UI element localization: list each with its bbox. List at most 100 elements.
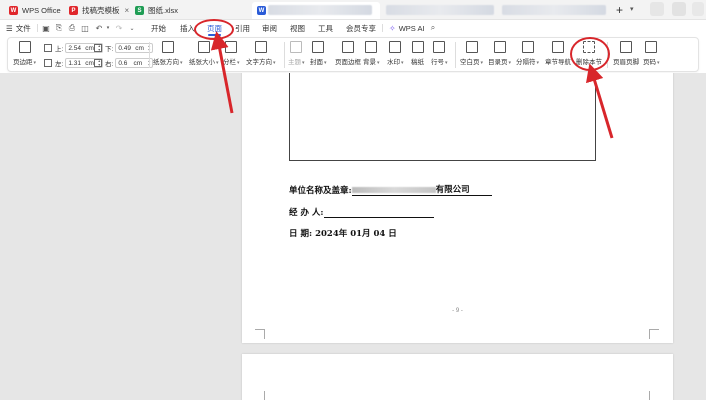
hamburger-icon: ☰ <box>6 23 13 33</box>
orientation-button[interactable]: 纸张方向▾ <box>153 41 183 66</box>
document-page-next[interactable] <box>242 354 673 400</box>
margin-top-label: 上: <box>55 46 64 53</box>
page-border-label: 页面边框 <box>335 59 361 66</box>
save-icon[interactable]: ▣ <box>41 23 51 33</box>
highlight-delete-section <box>570 37 610 71</box>
manuscript-icon <box>411 41 424 53</box>
crop-mark <box>255 391 265 400</box>
tab-start[interactable]: 开始 <box>151 20 166 36</box>
wps-logo-icon: W <box>9 6 18 15</box>
columns-label: 分栏 <box>223 59 236 66</box>
highlight-page-tab <box>194 19 234 40</box>
print-preview-icon[interactable]: ◫ <box>80 23 90 33</box>
background-icon <box>365 41 378 53</box>
margins-label: 页边距 <box>13 59 33 66</box>
columns-button[interactable]: 分栏▾ <box>223 41 240 66</box>
background-button[interactable]: 背景▾ <box>363 41 380 66</box>
toc-page-button[interactable]: 目录页▾ <box>488 41 511 66</box>
window-control[interactable] <box>692 2 704 16</box>
redacted-tab <box>502 5 606 15</box>
window-control[interactable] <box>650 2 664 16</box>
line-number-icon <box>433 41 446 53</box>
toc-page-label: 目录页 <box>488 59 508 66</box>
tab-insert[interactable]: 插入 <box>180 20 195 36</box>
margin-bottom-icon <box>94 44 102 52</box>
handler-field[interactable] <box>323 209 434 218</box>
date-value: 2024年 01月 04 日 <box>315 229 397 239</box>
tab-label: WPS Office <box>22 6 61 15</box>
unit-label: cm <box>85 59 94 67</box>
text-direction-button[interactable]: 文字方向▾ <box>246 41 276 66</box>
tab-view[interactable]: 视图 <box>290 20 305 36</box>
sheet-icon: S <box>135 6 144 15</box>
page-number: - 9 - <box>452 308 463 314</box>
unit-name-field[interactable]: 有限公司 <box>351 183 492 196</box>
divider <box>382 24 383 32</box>
orientation-label: 纸张方向 <box>153 59 179 66</box>
crop-mark <box>649 391 659 400</box>
tab-review[interactable]: 审阅 <box>262 20 277 36</box>
page-number-button[interactable]: 页码▾ <box>643 41 660 66</box>
watermark-button[interactable]: 水印▾ <box>387 41 404 66</box>
tab-template[interactable]: P 找稿壳模板 × <box>64 2 134 19</box>
new-tab-icon[interactable]: + <box>616 3 623 17</box>
page-number-icon <box>645 41 658 53</box>
redo-icon[interactable]: ↷ <box>114 23 124 33</box>
margins-icon <box>18 41 31 53</box>
page-break-label: 分隔符 <box>516 59 536 66</box>
cover-button[interactable]: 封面▾ <box>310 41 327 66</box>
divider <box>149 42 150 68</box>
export-pdf-icon[interactable]: ⎘ <box>54 23 64 33</box>
page-number-label: 页码 <box>643 59 656 66</box>
unit-label: cm <box>133 59 143 67</box>
manuscript-button[interactable]: 稿纸 <box>411 41 424 66</box>
margin-left-label: 左: <box>55 61 64 68</box>
cover-label: 封面 <box>310 59 323 66</box>
ai-sparkle-icon: ✧ <box>389 23 396 33</box>
crop-mark <box>649 329 659 339</box>
title-tab-bar: W WPS Office P 找稿壳模板 × S 图纸.xlsx W + ▾ <box>0 0 706 20</box>
unit-name-line: 单位名称及盖章: 有限公司 <box>289 183 492 196</box>
blank-page-button[interactable]: 空白页▾ <box>460 41 483 66</box>
chevron-down-icon[interactable]: ⌄ <box>127 23 137 33</box>
window-control[interactable] <box>672 2 686 16</box>
text-direction-label: 文字方向 <box>246 59 272 66</box>
margins-button[interactable]: 页边距▾ <box>13 41 36 66</box>
page-break-button[interactable]: 分隔符▾ <box>516 41 539 66</box>
tab-spreadsheet[interactable]: S 图纸.xlsx <box>130 2 183 19</box>
document-page[interactable]: 单位名称及盖章: 有限公司 经 办 人: 日 期: 2024年 01月 04 日 … <box>242 73 673 343</box>
divider <box>455 42 456 68</box>
theme-button[interactable]: 主题▾ <box>288 41 305 66</box>
paper-size-button[interactable]: 纸张大小▾ <box>189 41 219 66</box>
content-box <box>289 73 596 161</box>
margin-right-icon <box>94 59 102 67</box>
section-nav-button[interactable]: 章节导航 <box>545 41 571 66</box>
margin-right-value: 0.6 <box>118 59 128 67</box>
margin-bottom-field[interactable]: 下: 0.49cm▴▾ <box>94 43 154 53</box>
print-icon[interactable]: ⎙ <box>67 23 77 33</box>
page-border-button[interactable]: 页面边框 <box>335 41 361 66</box>
header-footer-button[interactable]: 页眉页脚 <box>613 41 639 66</box>
tab-reference[interactable]: 引用 <box>235 20 250 36</box>
search-icon[interactable]: ⌕ <box>428 23 438 33</box>
margin-right-field[interactable]: 右: 0.6cm▴▾ <box>94 58 154 68</box>
line-number-label: 行号 <box>431 59 444 66</box>
file-menu[interactable]: ☰ 文件 <box>6 20 31 36</box>
text-direction-icon <box>254 41 267 53</box>
cover-icon <box>312 41 325 53</box>
columns-icon <box>225 41 238 53</box>
chevron-down-icon[interactable]: ▾ <box>630 5 634 13</box>
tab-close-icon[interactable]: × <box>125 6 130 15</box>
line-number-button[interactable]: 行号▾ <box>431 41 448 66</box>
tab-label: 图纸.xlsx <box>148 6 178 15</box>
tab-member[interactable]: 会员专享 <box>346 20 376 36</box>
section-nav-icon <box>552 41 564 53</box>
tab-tools[interactable]: 工具 <box>318 20 333 36</box>
wps-ai-button[interactable]: ✧ WPS AI <box>389 20 425 36</box>
tab-wps-office[interactable]: W WPS Office <box>4 2 66 19</box>
menu-bar: ☰ 文件 ▣ ⎘ ⎙ ◫ ↶ ▾ ↷ ⌄ 开始 插入 页面 引用 审阅 视图 工… <box>0 20 706 36</box>
document-canvas[interactable]: 单位名称及盖章: 有限公司 经 办 人: 日 期: 2024年 01月 04 日 … <box>0 73 706 400</box>
unit-name-label: 单位名称及盖章: <box>289 186 352 196</box>
chevron-down-icon[interactable]: ▾ <box>103 23 113 33</box>
watermark-icon <box>389 41 402 53</box>
